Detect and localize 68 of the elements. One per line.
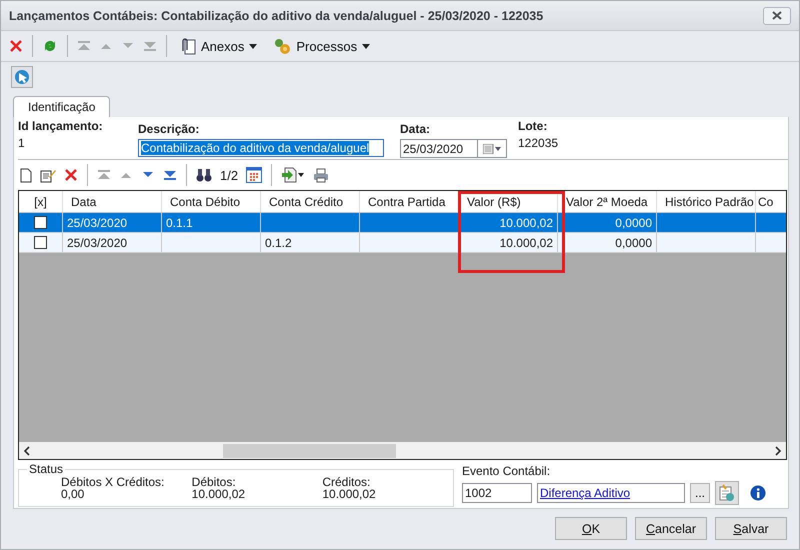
save-button[interactable]: Salvar bbox=[715, 517, 787, 540]
globe-button[interactable] bbox=[11, 66, 33, 88]
table-cell: 0.1.2 bbox=[265, 236, 292, 250]
status-label: Débitos: bbox=[192, 476, 237, 488]
column-header[interactable]: [x] bbox=[19, 191, 63, 212]
scroll-right-icon[interactable] bbox=[774, 446, 782, 456]
window-title: Lançamentos Contábeis: Contabilização do aditivo da venda/aluguel - 25/03/2020 - 122035 bbox=[9, 8, 544, 22]
refresh-icon[interactable] bbox=[42, 38, 58, 54]
browse-button[interactable]: ... bbox=[690, 483, 710, 503]
table-cell: 10.000,02 bbox=[500, 236, 553, 250]
description-field[interactable]: Contabilização do aditivo da venda/aluguel bbox=[138, 139, 384, 157]
export-icon[interactable] bbox=[281, 167, 306, 183]
report-button[interactable] bbox=[715, 481, 739, 505]
batch-value: 122035 bbox=[518, 136, 558, 150]
delete-icon[interactable] bbox=[9, 39, 23, 53]
gears-icon bbox=[273, 37, 292, 55]
batch-label: Lote: bbox=[518, 119, 548, 133]
status-label: Créditos: bbox=[322, 476, 372, 488]
close-icon bbox=[772, 11, 782, 20]
page-counter: 1/2 bbox=[220, 168, 238, 182]
new-document-icon[interactable] bbox=[20, 168, 32, 182]
cancel-button[interactable]: Cancelar bbox=[635, 517, 707, 540]
caret-icon bbox=[362, 44, 370, 48]
id-label: Id lançamento: bbox=[18, 119, 104, 133]
table-row[interactable]: 25/03/2020 0.1.1 10.000,02 0,0000 bbox=[19, 213, 786, 233]
processes-button[interactable]: Processos bbox=[269, 37, 374, 55]
column-header[interactable]: Histórico Padrão bbox=[657, 191, 756, 212]
table-cell: 10.000,02 bbox=[500, 216, 553, 230]
attachments-button[interactable]: Anexos bbox=[176, 37, 262, 55]
date-label: Data: bbox=[400, 122, 432, 136]
status-label: Débitos X Créditos: bbox=[61, 476, 166, 488]
id-value: 1 bbox=[18, 136, 26, 150]
ok-button[interactable]: OK bbox=[555, 517, 627, 540]
event-label: Evento Contábil: bbox=[462, 464, 552, 478]
column-header[interactable]: Conta Débito bbox=[162, 191, 261, 212]
status-value: 10.000,02 bbox=[322, 488, 377, 500]
status-value: 0,00 bbox=[61, 488, 86, 500]
scrollbar-thumb[interactable] bbox=[223, 444, 396, 458]
caret-icon bbox=[249, 44, 258, 48]
table-cell: 0,0000 bbox=[615, 236, 652, 250]
checkbox[interactable] bbox=[34, 236, 47, 249]
description-label: Descrição: bbox=[138, 122, 200, 136]
table-cell: 0.1.1 bbox=[166, 216, 193, 230]
delete-icon[interactable] bbox=[64, 168, 78, 182]
info-icon[interactable] bbox=[750, 485, 766, 501]
status-legend: Status bbox=[27, 462, 66, 476]
column-header[interactable]: Contra Partida bbox=[360, 191, 459, 212]
edit-icon[interactable] bbox=[40, 168, 56, 182]
table-cell: 25/03/2020 bbox=[67, 236, 128, 250]
checkbox[interactable] bbox=[34, 216, 47, 229]
column-header[interactable]: Conta Crédito bbox=[261, 191, 360, 212]
column-header[interactable]: Valor 2ª Moeda bbox=[558, 191, 657, 212]
table-cell: 0,0000 bbox=[615, 216, 652, 230]
grid-icon[interactable] bbox=[246, 167, 262, 183]
printer-icon[interactable] bbox=[313, 168, 330, 182]
binoculars-icon[interactable] bbox=[196, 168, 212, 182]
scroll-left-icon[interactable] bbox=[23, 446, 31, 456]
event-code-field[interactable]: 1002 bbox=[462, 483, 532, 503]
table-row[interactable]: 25/03/2020 0.1.2 10.000,02 0,0000 bbox=[19, 233, 786, 253]
column-header[interactable]: Valor (R$) bbox=[459, 191, 558, 212]
column-header[interactable]: Co bbox=[756, 191, 786, 212]
status-value: 10.000,02 bbox=[192, 488, 246, 500]
paperclip-icon bbox=[180, 37, 196, 55]
identification-tab[interactable]: Identificação bbox=[13, 96, 110, 117]
close-button[interactable] bbox=[763, 6, 791, 24]
column-header[interactable]: Data bbox=[63, 191, 162, 212]
last-icon[interactable] bbox=[163, 169, 177, 181]
table-cell: 25/03/2020 bbox=[67, 216, 128, 230]
